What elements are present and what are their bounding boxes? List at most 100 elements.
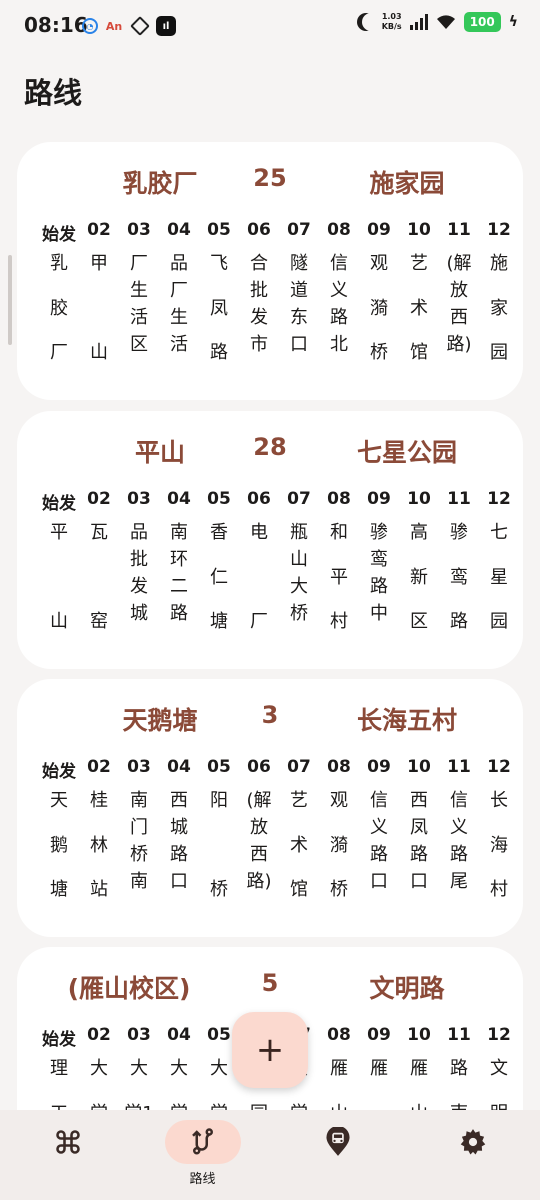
stop-name-char: 村: [490, 879, 508, 900]
stop-item[interactable]: 11 骖鸾路: [439, 489, 479, 659]
stop-item[interactable]: 02 桂林站: [79, 757, 119, 927]
stop-name-char: 厂: [130, 253, 148, 274]
stop-name-char: 厂: [250, 611, 268, 632]
stop-name-char: 桂: [90, 790, 108, 811]
stop-name-char: 瓦: [90, 522, 108, 543]
stop-number: 02: [87, 489, 111, 509]
stop-item[interactable]: 06 合批发市: [239, 220, 279, 390]
route-card[interactable]: 天鹅塘 3 长海五村 始发天鹅塘 02 桂林站 03 南门桥南 04 西城路口 05 阳 桥 06 (解放…: [17, 679, 523, 937]
stop-name-char: 西: [450, 307, 468, 328]
stop-name: 七星园: [479, 519, 519, 635]
route-destination: 文明路: [369, 974, 445, 1003]
stop-name-char: (解: [246, 790, 272, 811]
stop-name: 南门桥南: [119, 787, 159, 903]
stop-item[interactable]: 08 信义路北: [319, 220, 359, 390]
stop-name-char: 七: [490, 522, 508, 543]
stop-name-char: 桥: [130, 844, 148, 865]
stop-item[interactable]: 09 骖鸾路中: [359, 489, 399, 659]
stop-item[interactable]: 07 艺术馆: [279, 757, 319, 927]
stop-number: 07: [287, 220, 311, 240]
stop-name-char: [239, 564, 279, 591]
nav-item-settings[interactable]: [405, 1120, 540, 1200]
stop-name-char: 活: [170, 334, 188, 355]
stop-item[interactable]: 03 南门桥南: [119, 757, 159, 927]
stop-item[interactable]: 08 观漪桥: [319, 757, 359, 927]
stop-item[interactable]: 05 飞凤路: [199, 220, 239, 390]
stop-name-char: 发: [250, 307, 268, 328]
nav-item-command[interactable]: [0, 1120, 135, 1200]
stop-item[interactable]: 始发平 山: [39, 489, 79, 659]
stop-item[interactable]: 09 观漪桥: [359, 220, 399, 390]
stop-name-char: 瓶: [290, 522, 308, 543]
stop-name-char: 放: [250, 817, 268, 838]
route-number: 28: [253, 433, 287, 461]
stop-item[interactable]: 03 厂生活区: [119, 220, 159, 390]
stop-item[interactable]: 04 品厂生活: [159, 220, 199, 390]
stop-name-char: 凤: [210, 297, 228, 319]
stop-name-char: 信: [450, 790, 468, 811]
stop-item[interactable]: 11 (解放西路): [439, 220, 479, 390]
stop-item[interactable]: 04 南环二路: [159, 489, 199, 659]
stop-item[interactable]: 08 和平村: [319, 489, 359, 659]
route-destination: 施家园: [369, 169, 445, 198]
nav-item-routes[interactable]: 路线: [135, 1120, 270, 1200]
stop-item[interactable]: 06 电 厂: [239, 489, 279, 659]
stop-item[interactable]: 12 施家园: [479, 220, 519, 390]
stop-name: 电 厂: [239, 519, 279, 635]
stop-number: 10: [407, 489, 431, 509]
stop-item[interactable]: 始发乳胶厂: [39, 220, 79, 390]
stop-name: 瓦 窑: [79, 519, 119, 635]
stop-item[interactable]: 06 (解放西路): [239, 757, 279, 927]
stop-item[interactable]: 12 七星园: [479, 489, 519, 659]
add-route-button[interactable]: +: [232, 1012, 308, 1088]
stop-name-char: 信: [370, 790, 388, 811]
stop-name-char: 路): [246, 871, 272, 892]
stop-item[interactable]: 07 瓶山大桥: [279, 489, 319, 659]
route-card[interactable]: 平山 28 七星公园 始发平 山 02 瓦 窑 03 品批发城 04 南环二路 05 香仁塘 06 电 厂…: [17, 411, 523, 669]
stop-number: 09: [367, 1025, 391, 1045]
stop-name-char: 尾: [450, 871, 468, 892]
stop-name-char: 平: [50, 522, 68, 543]
stop-number: 06: [247, 489, 271, 509]
stop-name-char: [39, 564, 79, 591]
stop-item[interactable]: 02 瓦 窑: [79, 489, 119, 659]
stop-item[interactable]: 07 隧道东口: [279, 220, 319, 390]
stop-number: 04: [167, 220, 191, 240]
stop-name-char: 理: [50, 1058, 68, 1079]
stop-item[interactable]: 05 香仁塘: [199, 489, 239, 659]
stop-item[interactable]: 09 信义路口: [359, 757, 399, 927]
stop-item[interactable]: 05 阳 桥: [199, 757, 239, 927]
stop-item[interactable]: 12 长海村: [479, 757, 519, 927]
stop-number: 05: [207, 220, 231, 240]
stop-number: 12: [487, 489, 511, 509]
stop-item[interactable]: 10 西凤路口: [399, 757, 439, 927]
stop-item[interactable]: 02 甲 山: [79, 220, 119, 390]
stop-name: 乳胶厂: [39, 250, 79, 366]
stop-number: 09: [367, 220, 391, 240]
stop-name: (解放西路): [239, 787, 279, 903]
stop-item[interactable]: 10 高新区: [399, 489, 439, 659]
stop-name-char: 中: [370, 603, 388, 624]
route-card[interactable]: 乳胶厂 25 施家园 始发乳胶厂 02 甲 山 03 厂生活区 04 品厂生活 05 飞凤路 06 合批发…: [17, 142, 523, 400]
stop-item[interactable]: 11 信义路尾: [439, 757, 479, 927]
stop-number: 始发: [42, 762, 76, 782]
stop-name-char: 口: [290, 334, 308, 355]
stop-name-char: 路: [410, 844, 428, 865]
stop-name-char: 南: [170, 522, 188, 543]
stop-name-char: 路: [450, 1058, 468, 1079]
stop-name-char: 大: [130, 1058, 148, 1079]
stop-number: 11: [447, 489, 471, 509]
stop-name-char: 阳: [210, 790, 228, 811]
stop-item[interactable]: 始发天鹅塘: [39, 757, 79, 927]
stop-item[interactable]: 03 品批发城: [119, 489, 159, 659]
nav-item-stops[interactable]: [270, 1120, 405, 1200]
stop-name: 和平村: [319, 519, 359, 635]
stop-item[interactable]: 04 西城路口: [159, 757, 199, 927]
stop-name-char: 馆: [290, 879, 308, 900]
stop-number: 11: [447, 1025, 471, 1045]
stop-name-char: 厂: [170, 280, 188, 301]
stop-name-char: 门: [130, 817, 148, 838]
stop-name: (解放西路): [439, 250, 479, 366]
stop-item[interactable]: 10 艺术馆: [399, 220, 439, 390]
stop-name-char: 北: [330, 334, 348, 355]
